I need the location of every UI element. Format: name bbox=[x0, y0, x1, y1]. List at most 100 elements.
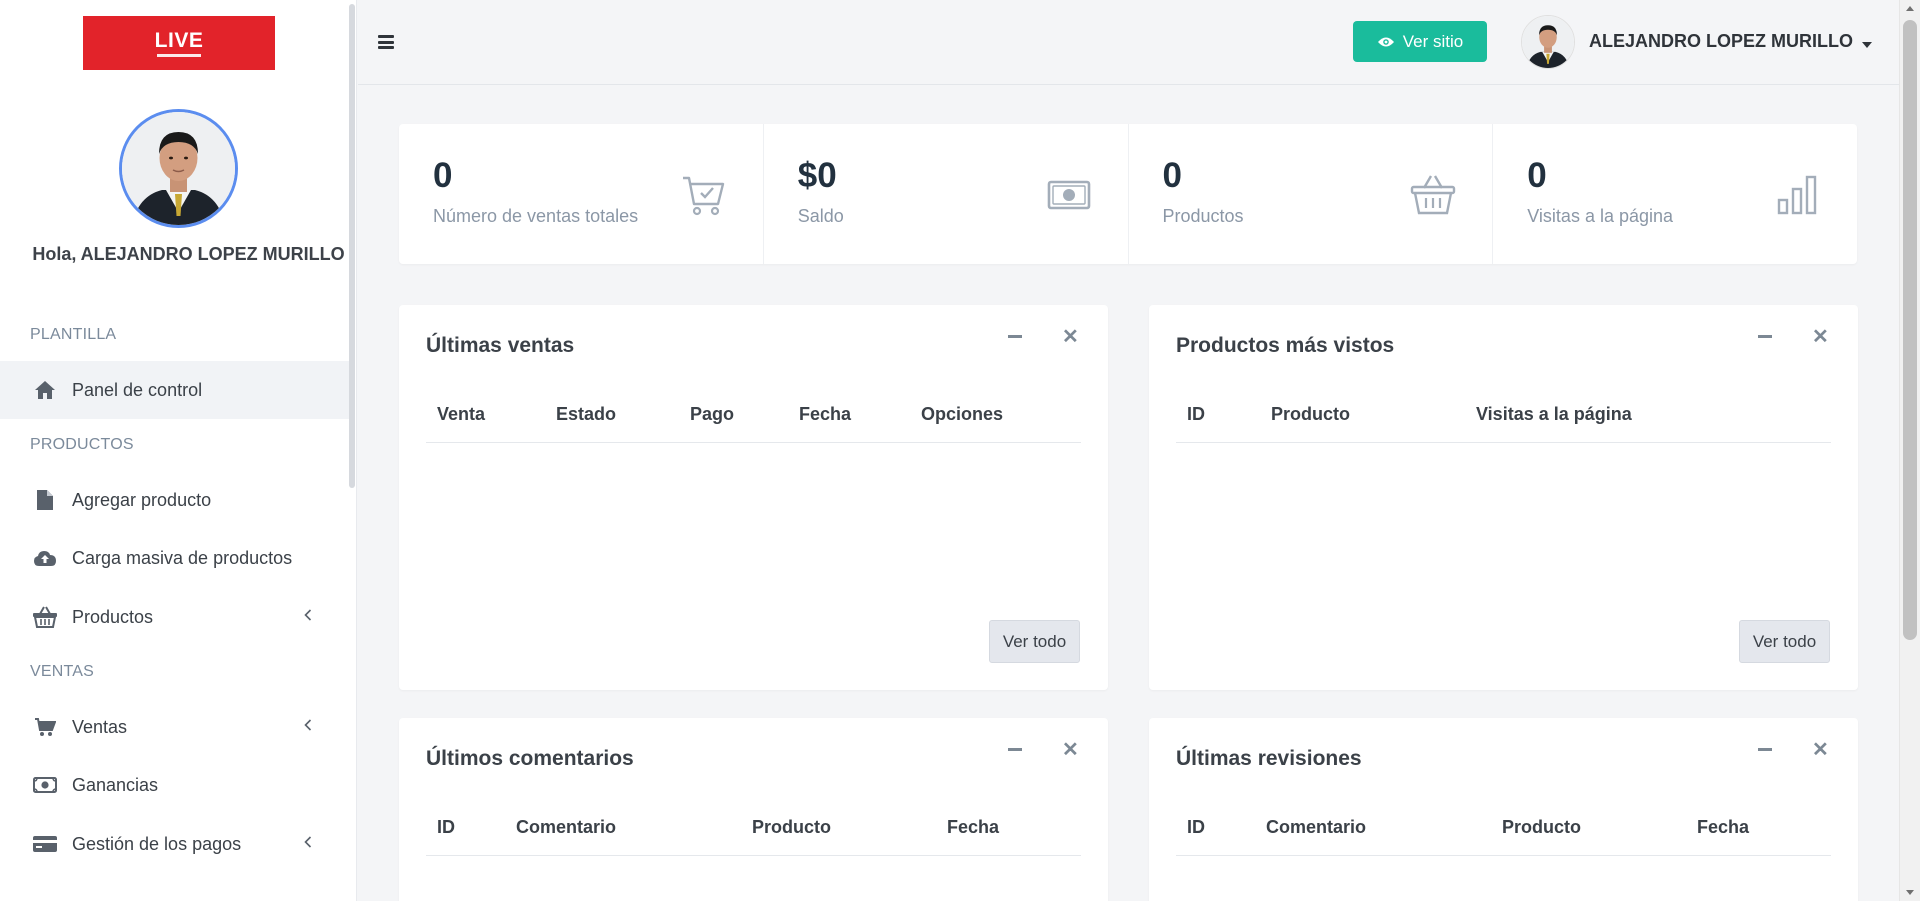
column-header: Venta bbox=[437, 404, 486, 424]
sidebar-item-label: Panel de control bbox=[72, 379, 203, 400]
chevron-left-icon bbox=[304, 608, 312, 626]
view-site-button[interactable]: Ver sitio bbox=[1353, 21, 1487, 62]
basket-icon bbox=[1410, 172, 1456, 218]
stat-label: Número de ventas totales bbox=[433, 206, 639, 226]
column-header: Pago bbox=[690, 404, 735, 424]
view-all-sales-button[interactable]: Ver todo bbox=[989, 620, 1080, 663]
minimize-icon[interactable] bbox=[1008, 335, 1022, 338]
cloud-upload-icon bbox=[32, 545, 58, 571]
hamburger-menu-icon[interactable] bbox=[378, 35, 394, 49]
card-latest-reviews: Últimas revisiones ✕ ID Comentario Produ… bbox=[1149, 718, 1858, 901]
chevron-left-icon bbox=[304, 835, 312, 853]
sidebar-item-label: Productos bbox=[72, 606, 154, 627]
sidebar-item-ganancias[interactable]: Ganancias bbox=[0, 756, 349, 814]
column-header: Producto bbox=[1502, 817, 1581, 837]
card-most-viewed-products: Productos más vistos ✕ ID Producto Visit… bbox=[1149, 305, 1858, 690]
column-header: ID bbox=[1187, 404, 1205, 424]
view-all-products-button[interactable]: Ver todo bbox=[1739, 620, 1830, 663]
table-header: ID Comentario Producto Fecha bbox=[1176, 802, 1831, 856]
sidebar-item-panel-de-control[interactable]: Panel de control bbox=[0, 361, 349, 419]
cart-check-icon bbox=[681, 172, 727, 218]
minimize-icon[interactable] bbox=[1008, 748, 1022, 751]
stat-value: $0 bbox=[797, 156, 837, 195]
column-header: Fecha bbox=[947, 817, 1000, 837]
column-header: Estado bbox=[556, 404, 617, 424]
credit-card-icon bbox=[32, 831, 58, 857]
table-header: Venta Estado Pago Fecha Opciones bbox=[426, 389, 1081, 443]
stat-value: 0 bbox=[433, 156, 453, 195]
money-icon bbox=[32, 772, 58, 798]
column-header: Fecha bbox=[799, 404, 852, 424]
avatar-photo bbox=[1522, 16, 1574, 68]
basket-icon bbox=[32, 604, 58, 630]
logo-text: LIVE bbox=[154, 28, 204, 52]
sidebar-item-carga-masiva[interactable]: Carga masiva de productos bbox=[0, 529, 349, 587]
stats-row: 0 Número de ventas totales $0 Saldo 0 Pr… bbox=[399, 124, 1857, 264]
card-title: Últimos comentarios bbox=[426, 747, 634, 770]
stat-products: 0 Productos bbox=[1129, 124, 1494, 264]
close-icon[interactable]: ✕ bbox=[1062, 327, 1079, 347]
stat-total-sales: 0 Número de ventas totales bbox=[399, 124, 764, 264]
page-scrollbar[interactable] bbox=[1899, 0, 1920, 901]
greeting-text: Hola, ALEJANDRO LOPEZ MURILLO bbox=[32, 244, 345, 264]
stat-value: 0 bbox=[1527, 156, 1547, 195]
scrollbar-thumb[interactable] bbox=[1903, 20, 1917, 640]
view-site-label: Ver sitio bbox=[1402, 31, 1464, 51]
sidebar: LIVE Hola, ALEJANDRO LOPEZ MURILLO PLANT… bbox=[0, 0, 357, 901]
column-header: Visitas a la página bbox=[1476, 404, 1632, 424]
sidebar-item-gestion-pagos[interactable]: Gestión de los pagos bbox=[0, 815, 349, 873]
stat-value: 0 bbox=[1162, 156, 1182, 195]
column-header: ID bbox=[1187, 817, 1205, 837]
user-avatar[interactable] bbox=[1521, 15, 1575, 69]
column-header: Producto bbox=[1271, 404, 1350, 424]
card-title: Últimas ventas bbox=[426, 334, 575, 357]
minimize-icon[interactable] bbox=[1758, 748, 1772, 751]
money-icon bbox=[1046, 172, 1092, 218]
stat-balance: $0 Saldo bbox=[764, 124, 1129, 264]
avatar-photo bbox=[122, 112, 235, 225]
minimize-icon[interactable] bbox=[1758, 335, 1772, 338]
sidebar-item-label: Ganancias bbox=[72, 774, 159, 795]
sidebar-item-label: Carga masiva de productos bbox=[72, 547, 293, 568]
top-bar: Ver sitio ALEJANDRO LOPEZ MURILLO bbox=[358, 0, 1899, 85]
card-latest-sales: Últimas ventas ✕ Venta Estado Pago Fecha… bbox=[399, 305, 1108, 690]
card-title: Últimas revisiones bbox=[1176, 747, 1362, 770]
column-header: Producto bbox=[752, 817, 831, 837]
sidebar-item-ventas[interactable]: Ventas bbox=[0, 698, 349, 756]
sidebar-item-label: Gestión de los pagos bbox=[72, 833, 242, 854]
logo-underline bbox=[157, 53, 201, 57]
sidebar-scrollbar[interactable] bbox=[349, 4, 355, 488]
avatar bbox=[119, 109, 238, 228]
column-header: Fecha bbox=[1697, 817, 1750, 837]
chevron-left-icon bbox=[304, 718, 312, 736]
sidebar-item-agregar-producto[interactable]: Agregar producto bbox=[0, 471, 349, 529]
scroll-up-arrow-icon[interactable] bbox=[1906, 6, 1914, 11]
stat-label: Saldo bbox=[797, 206, 844, 226]
close-icon[interactable]: ✕ bbox=[1812, 327, 1829, 347]
file-icon bbox=[32, 487, 58, 513]
close-icon[interactable]: ✕ bbox=[1812, 740, 1829, 760]
card-title: Productos más vistos bbox=[1176, 334, 1395, 357]
cart-icon bbox=[32, 714, 58, 740]
sidebar-item-productos[interactable]: Productos bbox=[0, 588, 349, 646]
bar-chart-icon bbox=[1775, 172, 1821, 218]
section-productos: PRODUCTOS bbox=[30, 436, 134, 453]
scroll-down-arrow-icon[interactable] bbox=[1906, 890, 1914, 895]
column-header: Comentario bbox=[516, 817, 617, 837]
brand-logo[interactable]: LIVE bbox=[83, 16, 275, 70]
sidebar-item-label: Agregar producto bbox=[72, 489, 212, 510]
section-plantilla: PLANTILLA bbox=[30, 326, 117, 343]
section-ventas: VENTAS bbox=[30, 663, 95, 680]
card-latest-comments: Últimos comentarios ✕ ID Comentario Prod… bbox=[399, 718, 1108, 901]
table-header: ID Producto Visitas a la página bbox=[1176, 389, 1831, 443]
table-header: ID Comentario Producto Fecha bbox=[426, 802, 1081, 856]
user-menu-toggle[interactable]: ALEJANDRO LOPEZ MURILLO bbox=[1589, 31, 1873, 53]
column-header: Comentario bbox=[1266, 817, 1367, 837]
close-icon[interactable]: ✕ bbox=[1062, 740, 1079, 760]
eye-icon bbox=[1377, 36, 1395, 48]
user-name: ALEJANDRO LOPEZ MURILLO bbox=[1589, 31, 1853, 51]
caret-down-icon bbox=[1862, 32, 1873, 53]
stat-page-visits: 0 Visitas a la página bbox=[1493, 124, 1857, 264]
sidebar-item-label: Ventas bbox=[72, 716, 128, 737]
stat-label: Visitas a la página bbox=[1527, 206, 1674, 226]
